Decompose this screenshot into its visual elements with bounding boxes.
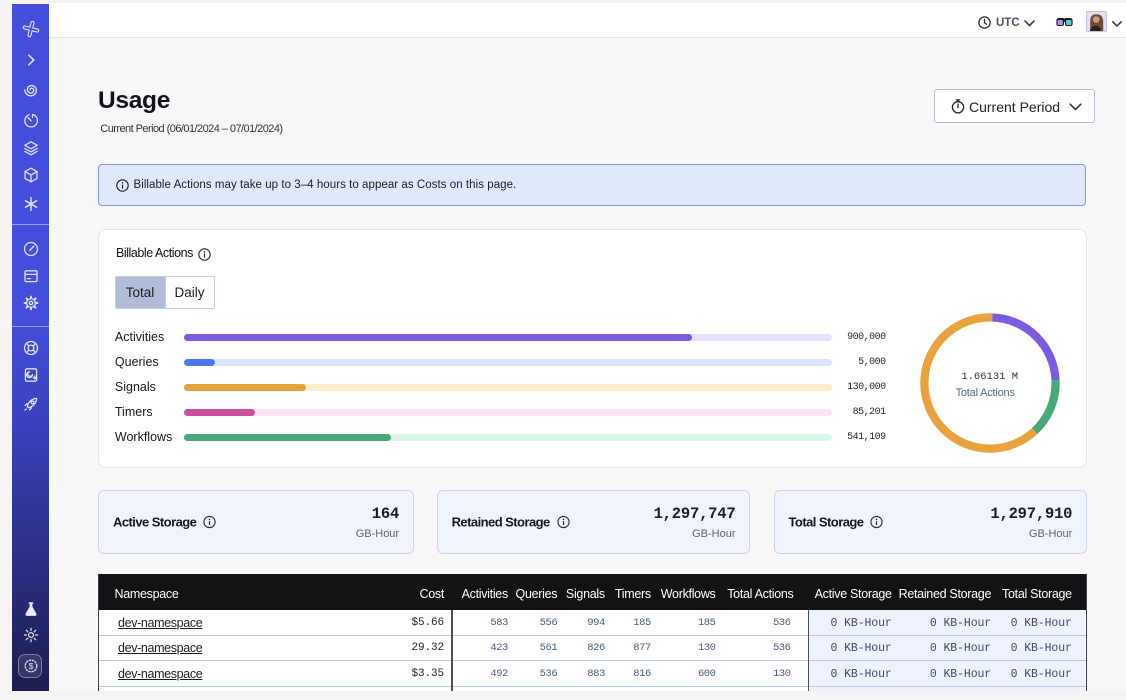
svg-text:$: $ [28,661,33,671]
